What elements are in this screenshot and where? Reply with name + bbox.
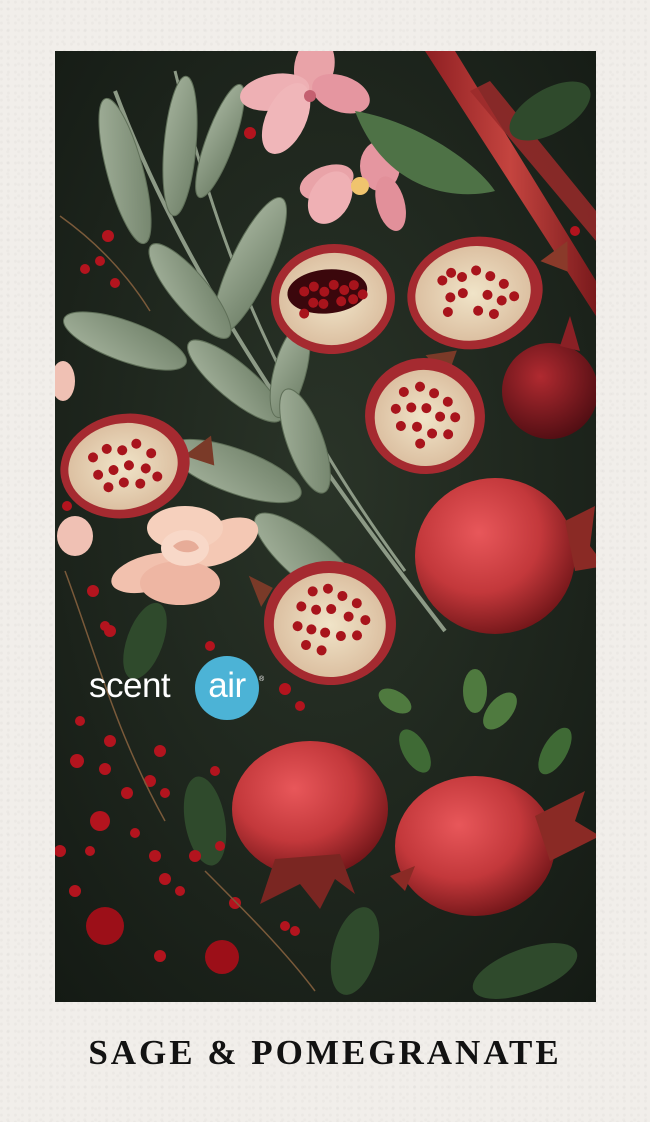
scentair-logo: scent air ® (89, 656, 269, 720)
scent-title: SAGE & POMEGRANATE (88, 1033, 562, 1072)
product-photo (55, 51, 596, 1002)
pomegranate-sage-illustration (55, 51, 596, 1002)
petal (57, 516, 93, 556)
logo-circle: air (195, 656, 259, 720)
registered-mark: ® (259, 676, 265, 683)
logo-circle-text: air (208, 666, 246, 705)
logo-wordmark: scent (89, 666, 171, 705)
